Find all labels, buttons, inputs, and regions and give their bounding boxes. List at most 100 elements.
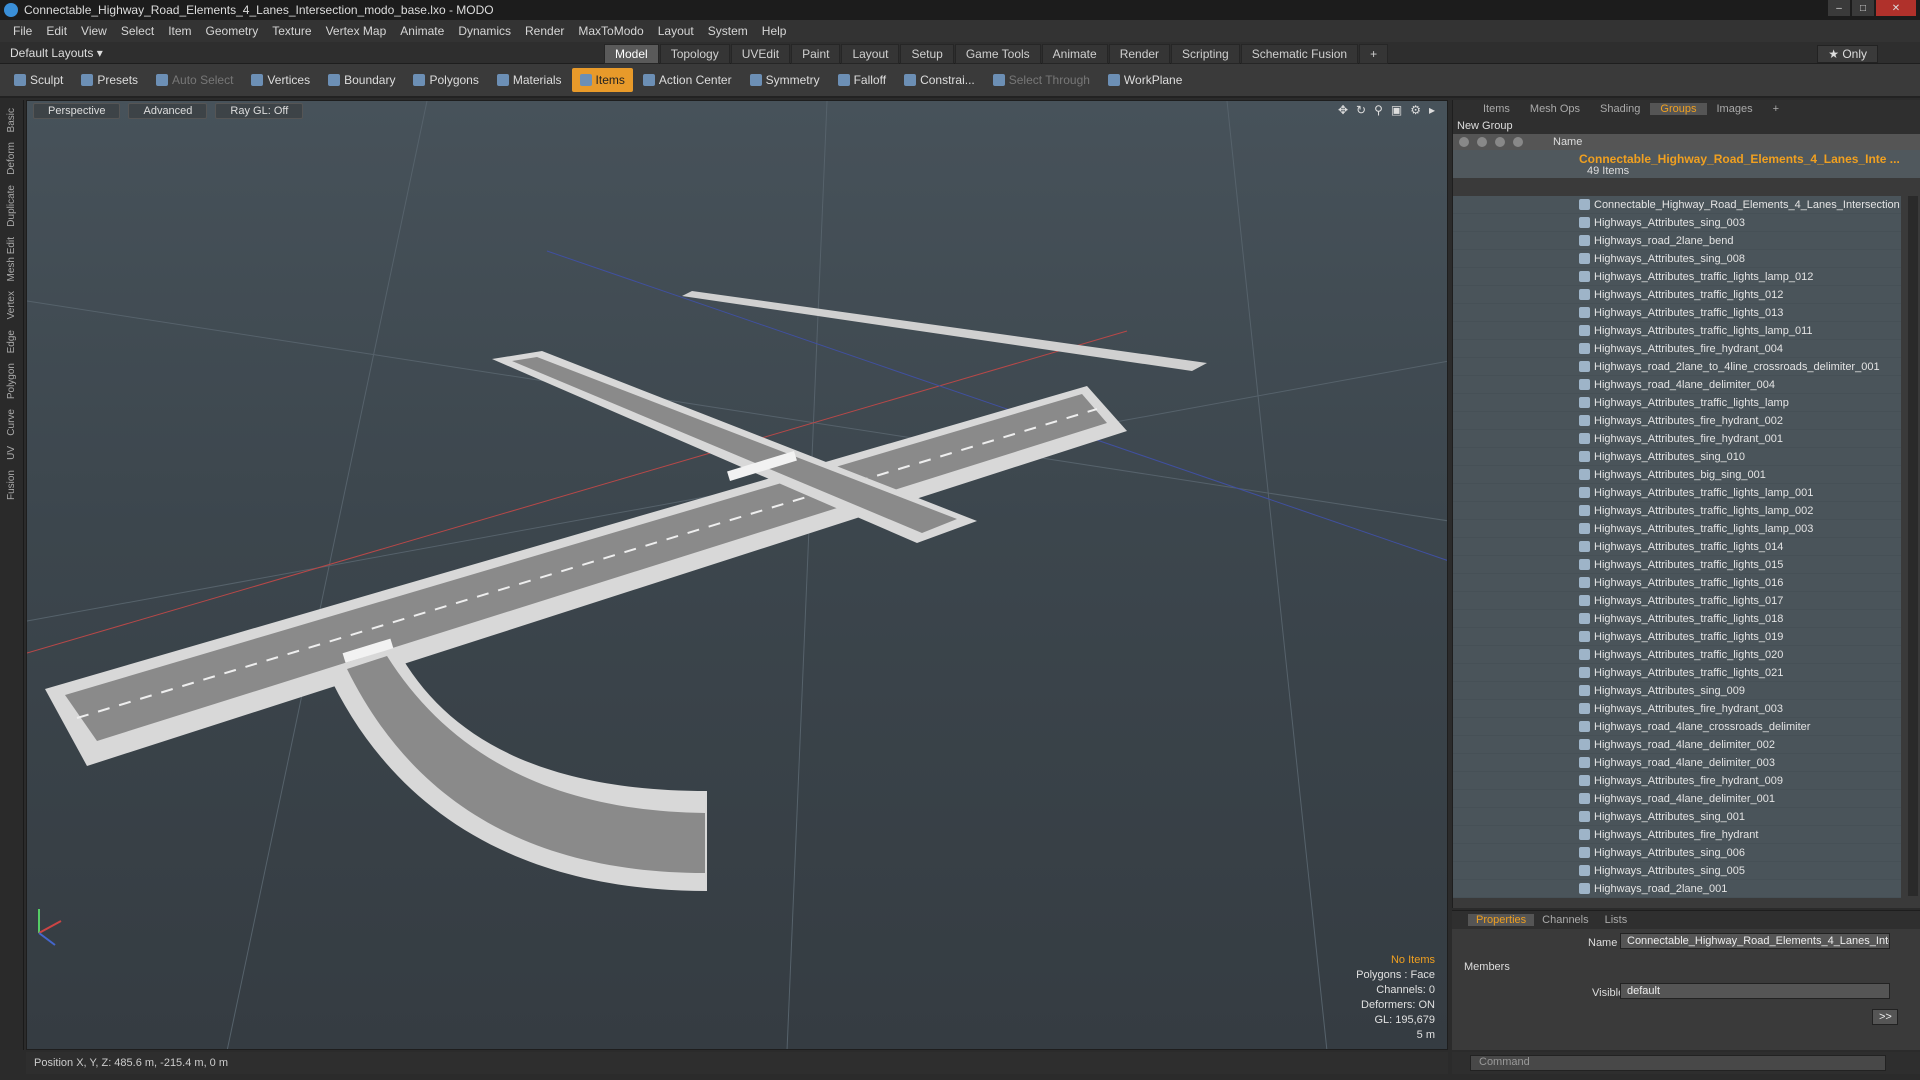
tab-images[interactable]: Images	[1707, 103, 1763, 115]
menu-item[interactable]: Item	[161, 24, 198, 38]
list-item[interactable]: Highways_Attributes_traffic_lights_015	[1453, 556, 1901, 574]
list-item[interactable]: Highways_Attributes_sing_008	[1453, 250, 1901, 268]
strip-tab-basic[interactable]: Basic	[6, 106, 17, 134]
list-item[interactable]: Highways_Attributes_sing_009	[1453, 682, 1901, 700]
tab-layout[interactable]: Layout	[841, 44, 900, 64]
list-item[interactable]: Highways_Attributes_traffic_lights_012	[1453, 286, 1901, 304]
list-item[interactable]: Highways_Attributes_sing_003	[1453, 214, 1901, 232]
list-item[interactable]: Connectable_Highway_Road_Elements_4_Lane…	[1453, 196, 1901, 214]
menu-dynamics[interactable]: Dynamics	[451, 24, 518, 38]
tab-shading[interactable]: Shading	[1590, 103, 1650, 115]
menu-layout[interactable]: Layout	[651, 24, 701, 38]
fit-icon[interactable]: ▣	[1391, 103, 1402, 117]
items-button[interactable]: Items	[571, 68, 633, 92]
list-item[interactable]: Highways_road_4lane_delimiter_004	[1453, 376, 1901, 394]
list-item[interactable]: Highways_Attributes_traffic_lights_016	[1453, 574, 1901, 592]
list-item[interactable]: Highways_road_2lane_to_4line_crossroads_…	[1453, 358, 1901, 376]
maximize-icon[interactable]: □	[1852, 0, 1874, 16]
list-item[interactable]: Highways_road_4lane_crossroads_delimiter	[1453, 718, 1901, 736]
name-column-header[interactable]: Name	[1553, 136, 1582, 148]
tab-paint[interactable]: Paint	[791, 44, 841, 64]
expand-members-button[interactable]: >>	[1872, 1009, 1898, 1025]
symmetry-button[interactable]: Symmetry	[742, 68, 828, 92]
menu-texture[interactable]: Texture	[265, 24, 318, 38]
tab-render[interactable]: Render	[1108, 44, 1171, 64]
list-item[interactable]: Highways_Attributes_sing_001	[1453, 808, 1901, 826]
tab-uvedit[interactable]: UVEdit	[730, 44, 791, 64]
list-item[interactable]: Highways_Attributes_traffic_lights_019	[1453, 628, 1901, 646]
command-input[interactable]: Command	[1470, 1055, 1886, 1071]
eye-icon[interactable]	[1459, 137, 1469, 147]
list-item[interactable]: Highways_Attributes_traffic_lights_017	[1453, 592, 1901, 610]
strip-tab-deform[interactable]: Deform	[6, 140, 17, 177]
constraints-button[interactable]: Constrai...	[896, 68, 983, 92]
only-button[interactable]: ★ Only	[1817, 45, 1878, 63]
polygons-button[interactable]: Polygons	[405, 68, 486, 92]
list-item[interactable]: Highways_Attributes_traffic_lights_021	[1453, 664, 1901, 682]
list-item[interactable]: Highways_Attributes_fire_hydrant_004	[1453, 340, 1901, 358]
tab-mesh-ops[interactable]: Mesh Ops	[1520, 103, 1590, 115]
menu-view[interactable]: View	[74, 24, 114, 38]
rotate-icon[interactable]: ↻	[1356, 103, 1366, 117]
vertices-button[interactable]: Vertices	[243, 68, 318, 92]
3d-viewport[interactable]: Perspective Advanced Ray GL: Off ✥ ↻ ⚲ ▣…	[26, 100, 1448, 1050]
strip-tab-mesh-edit[interactable]: Mesh Edit	[6, 235, 17, 283]
tab-game-tools[interactable]: Game Tools	[954, 44, 1041, 64]
sculpt-button[interactable]: Sculpt	[6, 68, 71, 92]
pan-icon[interactable]: ✥	[1338, 103, 1348, 117]
select-icon[interactable]	[1513, 137, 1523, 147]
menu-file[interactable]: File	[6, 24, 39, 38]
menu-geometry[interactable]: Geometry	[199, 24, 266, 38]
menu-animate[interactable]: Animate	[393, 24, 451, 38]
list-item[interactable]: Highways_road_4lane_delimiter_002	[1453, 736, 1901, 754]
minimize-icon[interactable]: –	[1828, 0, 1850, 16]
tab-animate[interactable]: Animate	[1041, 44, 1108, 64]
list-item[interactable]: Highways_Attributes_traffic_lights_lamp	[1453, 394, 1901, 412]
list-item[interactable]: Highways_Attributes_traffic_lights_013	[1453, 304, 1901, 322]
list-item[interactable]: Highways_Attributes_traffic_lights_014	[1453, 538, 1901, 556]
list-item[interactable]: Highways_Attributes_traffic_lights_lamp_…	[1453, 484, 1901, 502]
list-item[interactable]: Highways_Attributes_traffic_lights_lamp_…	[1453, 322, 1901, 340]
tab-model[interactable]: Model	[604, 44, 659, 64]
falloff-button[interactable]: Falloff	[830, 68, 894, 92]
list-item[interactable]: Highways_Attributes_sing_005	[1453, 862, 1901, 880]
select-through-button[interactable]: Select Through	[985, 68, 1098, 92]
lock-icon[interactable]	[1495, 137, 1505, 147]
list-item[interactable]: Highways_Attributes_traffic_lights_lamp_…	[1453, 520, 1901, 538]
menu-edit[interactable]: Edit	[39, 24, 74, 38]
list-item[interactable]: Highways_Attributes_sing_006	[1453, 844, 1901, 862]
settings-icon[interactable]: ⚙	[1410, 103, 1421, 117]
strip-tab-curve[interactable]: Curve	[6, 407, 17, 438]
default-layouts-dropdown[interactable]: Default Layouts ▾	[10, 46, 103, 60]
list-item[interactable]: Highways_Attributes_sing_010	[1453, 448, 1901, 466]
menu-maxtomodo[interactable]: MaxToModo	[571, 24, 650, 38]
items-scrollbar[interactable]	[1908, 196, 1918, 896]
menu-select[interactable]: Select	[114, 24, 161, 38]
list-item[interactable]: Highways_Attributes_fire_hydrant_003	[1453, 700, 1901, 718]
add-panel-tab-button[interactable]: +	[1763, 103, 1789, 115]
strip-tab-edge[interactable]: Edge	[6, 328, 17, 355]
tab-groups[interactable]: Groups	[1650, 103, 1707, 115]
materials-button[interactable]: Materials	[489, 68, 570, 92]
group-row[interactable]: Connectable_Highway_Road_Elements_4_Lane…	[1453, 150, 1920, 178]
tab-lists[interactable]: Lists	[1597, 914, 1636, 926]
render-icon[interactable]	[1477, 137, 1487, 147]
auto-select-button[interactable]: Auto Select	[148, 68, 241, 92]
name-field[interactable]: Connectable_Highway_Road_Elements_4_Lane…	[1620, 933, 1890, 949]
list-item[interactable]: Highways_Attributes_traffic_lights_018	[1453, 610, 1901, 628]
menu-help[interactable]: Help	[755, 24, 794, 38]
list-item[interactable]: Highways_Attributes_traffic_lights_lamp_…	[1453, 268, 1901, 286]
list-item[interactable]: Highways_Attributes_fire_hydrant_001	[1453, 430, 1901, 448]
list-item[interactable]: Highways_Attributes_big_sing_001	[1453, 466, 1901, 484]
members-section[interactable]: Members	[1464, 961, 1510, 973]
workplane-button[interactable]: WorkPlane	[1100, 68, 1190, 92]
new-group-button[interactable]: New Group	[1453, 118, 1920, 134]
tab-items[interactable]: Items	[1473, 103, 1520, 115]
action-center-button[interactable]: Action Center	[635, 68, 740, 92]
list-item[interactable]: Highways_Attributes_fire_hydrant_002	[1453, 412, 1901, 430]
strip-tab-polygon[interactable]: Polygon	[6, 361, 17, 401]
strip-tab-fusion[interactable]: Fusion	[6, 468, 17, 502]
list-item[interactable]: Highways_road_4lane_delimiter_003	[1453, 754, 1901, 772]
advanced-dropdown[interactable]: Advanced	[128, 103, 208, 119]
perspective-dropdown[interactable]: Perspective	[33, 103, 121, 119]
